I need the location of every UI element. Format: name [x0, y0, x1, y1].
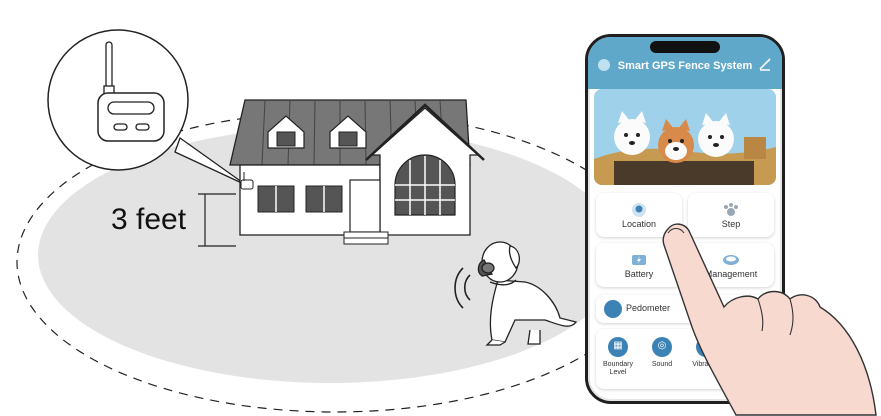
house-illustration: [229, 99, 485, 245]
app-title: Smart GPS Fence System: [617, 60, 753, 72]
height-label: 3 feet: [111, 203, 187, 236]
boundary-icon: ▦: [608, 337, 628, 357]
edit-icon[interactable]: [758, 57, 772, 71]
paw-icon: [604, 300, 622, 318]
pointing-hand-illustration: [662, 223, 877, 416]
boundary-level-button[interactable]: ▦ Boundary Level: [598, 337, 638, 377]
phone-notch: [650, 41, 720, 53]
illustration: 3 feet Smart GPS Fence System Location S…: [0, 0, 881, 416]
bottom-item-label: Boundary Level: [603, 361, 633, 376]
banner-image: [594, 89, 776, 185]
